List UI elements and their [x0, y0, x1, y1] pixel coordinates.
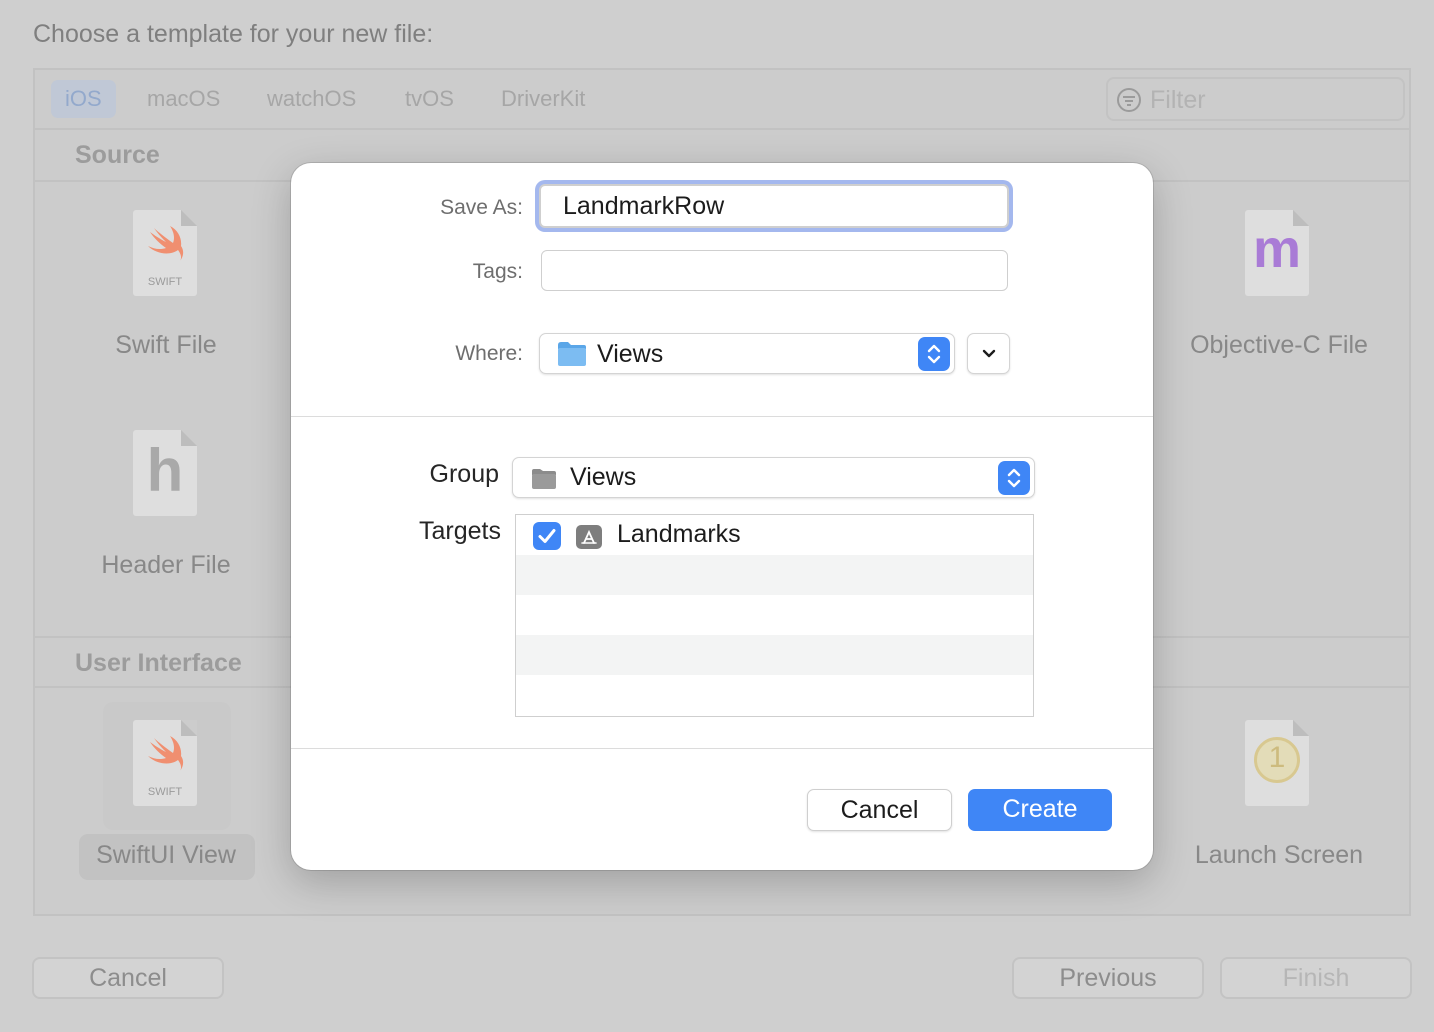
targets-list: Landmarks: [515, 514, 1034, 717]
save-as-input[interactable]: [541, 186, 1007, 226]
app-target-icon: [576, 525, 602, 549]
finish-button[interactable]: Finish: [1220, 957, 1412, 999]
template-swift-file[interactable]: Swift File: [46, 331, 286, 360]
tags-field[interactable]: [541, 250, 1008, 291]
where-stepper-icon: [918, 337, 950, 371]
group-folder-icon: [532, 469, 556, 489]
swift-caption: SWIFT: [147, 276, 183, 288]
tags-input[interactable]: [542, 251, 1007, 290]
template-header-file[interactable]: Header File: [46, 551, 286, 580]
target-name: Landmarks: [617, 520, 741, 548]
divider-bottom: [291, 748, 1153, 749]
tab-tvos[interactable]: tvOS: [391, 80, 468, 118]
group-stepper-icon: [998, 461, 1030, 495]
objc-glyph: m: [1252, 219, 1301, 279]
expand-button[interactable]: [967, 333, 1010, 374]
save-as-field[interactable]: [539, 184, 1009, 228]
checkmark-icon: [538, 529, 556, 543]
save-as-label: Save As:: [440, 196, 523, 219]
platform-tab-bar: iOS macOS watchOS tvOS DriverKit Filter: [35, 70, 1409, 130]
target-checkbox[interactable]: [533, 522, 561, 550]
create-button[interactable]: Create: [968, 789, 1112, 831]
tab-macos[interactable]: macOS: [133, 80, 234, 118]
folder-icon: [558, 342, 586, 366]
template-launch-screen[interactable]: Launch Screen: [1159, 841, 1399, 870]
save-sheet: Save As: Tags: Where: Views Group Views: [291, 163, 1153, 870]
target-empty-row: [516, 555, 1033, 595]
chevron-down-icon: [982, 349, 996, 358]
group-popup[interactable]: Views: [512, 457, 1035, 498]
header-file-icon[interactable]: h: [133, 430, 197, 516]
launch-glyph: 1: [1268, 741, 1286, 774]
header-glyph: h: [146, 437, 184, 504]
filter-field[interactable]: Filter: [1106, 77, 1405, 121]
template-swiftui-view[interactable]: SwiftUI View: [46, 841, 286, 870]
template-chooser-heading: Choose a template for your new file:: [33, 20, 434, 48]
swiftui-caption: SWIFT: [147, 786, 183, 798]
tab-ios[interactable]: iOS: [51, 80, 116, 118]
target-empty-row: [516, 635, 1033, 675]
divider-top: [291, 416, 1153, 417]
targets-label: Targets: [419, 517, 501, 545]
section-source-title: Source: [75, 141, 160, 169]
tab-watchos[interactable]: watchOS: [253, 80, 370, 118]
filter-icon: [1117, 88, 1141, 112]
previous-button[interactable]: Previous: [1012, 957, 1204, 999]
template-objc-file[interactable]: Objective-C File: [1159, 331, 1399, 360]
tags-label: Tags:: [472, 260, 523, 283]
background-cancel-button[interactable]: Cancel: [32, 957, 224, 999]
target-empty-row: [516, 675, 1033, 715]
filter-placeholder: Filter: [1150, 86, 1206, 114]
group-label: Group: [429, 460, 499, 488]
launch-screen-icon[interactable]: 1: [1245, 720, 1309, 806]
where-popup[interactable]: Views: [539, 333, 955, 374]
cancel-button[interactable]: Cancel: [807, 789, 952, 831]
where-label: Where:: [455, 342, 523, 365]
target-empty-row: [516, 595, 1033, 635]
objc-file-icon[interactable]: m: [1245, 210, 1309, 296]
target-row[interactable]: Landmarks: [516, 515, 1033, 555]
swift-file-icon[interactable]: SWIFT: [133, 210, 197, 296]
where-value: Views: [597, 340, 664, 368]
swiftui-view-icon[interactable]: SWIFT: [133, 720, 197, 806]
section-user-interface-title: User Interface: [75, 649, 242, 677]
group-value: Views: [570, 463, 637, 491]
tab-driverkit[interactable]: DriverKit: [487, 80, 599, 118]
